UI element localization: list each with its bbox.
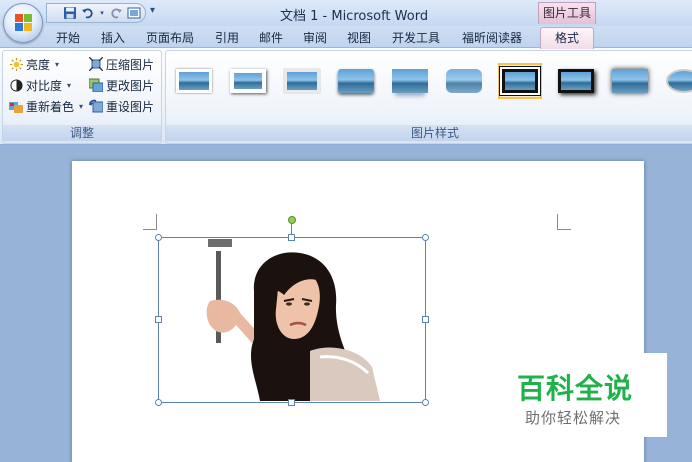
picture-tools-label: 图片工具 bbox=[538, 2, 596, 24]
reset-picture-button[interactable]: 重设图片 bbox=[89, 97, 154, 115]
ribbon: 亮度 ▾ 对比度 ▾ 重新着色 ▾ 压缩图片 更改图片 重设图片 调整 图片样式 bbox=[0, 47, 692, 145]
picture-selection-frame bbox=[158, 237, 426, 403]
picture-style-thumb[interactable] bbox=[280, 63, 324, 99]
picture-style-thumb[interactable] bbox=[226, 63, 270, 99]
resize-handle-top[interactable] bbox=[288, 234, 295, 241]
customize-qat-icon[interactable]: ▾ bbox=[150, 5, 155, 16]
resize-handle-top-left[interactable] bbox=[155, 234, 162, 241]
recolor-icon bbox=[9, 99, 23, 113]
compress-pictures-button[interactable]: 压缩图片 bbox=[89, 55, 154, 73]
office-button[interactable] bbox=[3, 3, 43, 43]
resize-handle-bottom[interactable] bbox=[288, 399, 295, 406]
compress-icon bbox=[89, 57, 103, 71]
brightness-button[interactable]: 亮度 ▾ bbox=[9, 55, 59, 73]
chevron-down-icon: ▾ bbox=[67, 80, 72, 90]
tab-home[interactable]: 开始 bbox=[56, 29, 80, 46]
tab-mailings[interactable]: 邮件 bbox=[259, 29, 283, 46]
change-picture-button[interactable]: 更改图片 bbox=[89, 76, 154, 94]
rotate-handle[interactable] bbox=[288, 216, 296, 224]
brightness-label: 亮度 bbox=[26, 57, 51, 72]
recolor-label: 重新着色 bbox=[26, 99, 75, 114]
undo-icon[interactable] bbox=[81, 6, 95, 20]
watermark-logo: 百科全说 助你轻松解决 bbox=[503, 353, 667, 437]
tab-page-layout[interactable]: 页面布局 bbox=[146, 29, 194, 46]
ribbon-tab-bar: 开始 插入 页面布局 引用 邮件 审阅 视图 开发工具 福昕阅读器 格式 bbox=[0, 26, 692, 49]
tab-format[interactable]: 格式 bbox=[540, 27, 594, 49]
margin-mark-top-left bbox=[143, 214, 157, 230]
chevron-down-icon: ▾ bbox=[79, 101, 84, 111]
save-icon[interactable] bbox=[63, 6, 77, 20]
office-logo-icon bbox=[15, 14, 33, 32]
tab-view[interactable]: 视图 bbox=[347, 29, 371, 46]
chevron-down-icon: ▾ bbox=[55, 59, 60, 69]
reset-picture-label: 重设图片 bbox=[106, 99, 155, 114]
resize-handle-bottom-right[interactable] bbox=[422, 399, 429, 406]
redo-icon[interactable] bbox=[109, 6, 123, 20]
quick-access-toolbar: ▾ bbox=[46, 3, 146, 23]
change-picture-label: 更改图片 bbox=[106, 78, 155, 93]
picture-style-thumb[interactable] bbox=[388, 63, 432, 99]
adjust-group: 亮度 ▾ 对比度 ▾ 重新着色 ▾ 压缩图片 更改图片 重设图片 调整 bbox=[2, 50, 162, 144]
resize-handle-right[interactable] bbox=[422, 316, 429, 323]
watermark-subtitle: 助你轻松解决 bbox=[525, 409, 622, 427]
change-picture-icon bbox=[89, 78, 103, 92]
print-preview-icon[interactable] bbox=[127, 6, 141, 20]
resize-handle-top-right[interactable] bbox=[422, 234, 429, 241]
picture-style-thumb[interactable] bbox=[662, 63, 692, 99]
watermark-title: 百科全说 bbox=[517, 372, 634, 405]
picture-style-thumb[interactable] bbox=[608, 63, 652, 99]
margin-mark-top-right bbox=[557, 214, 571, 230]
contrast-label: 对比度 bbox=[26, 78, 63, 93]
picture-style-thumb[interactable] bbox=[334, 63, 378, 99]
resize-handle-bottom-left[interactable] bbox=[155, 399, 162, 406]
contrast-button[interactable]: 对比度 ▾ bbox=[9, 76, 71, 94]
picture-style-thumb[interactable] bbox=[554, 63, 598, 99]
tab-references[interactable]: 引用 bbox=[215, 29, 239, 46]
picture-style-thumb[interactable] bbox=[172, 63, 216, 99]
reset-picture-icon bbox=[89, 99, 103, 113]
sun-icon bbox=[9, 57, 23, 71]
tab-review[interactable]: 审阅 bbox=[303, 29, 327, 46]
recolor-button[interactable]: 重新着色 ▾ bbox=[9, 97, 83, 115]
adjust-group-label: 调整 bbox=[3, 125, 161, 141]
title-bar: ▾ ▾ 文档 1 - Microsoft Word 图片工具 bbox=[0, 0, 692, 26]
resize-handle-left[interactable] bbox=[155, 316, 162, 323]
contrast-icon bbox=[9, 78, 23, 92]
picture-styles-group-label: 图片样式 bbox=[166, 125, 692, 141]
tab-insert[interactable]: 插入 bbox=[101, 29, 125, 46]
picture-style-thumb[interactable] bbox=[442, 63, 486, 99]
tab-foxit-reader[interactable]: 福昕阅读器 bbox=[462, 29, 522, 46]
compress-label: 压缩图片 bbox=[106, 57, 155, 72]
picture-styles-group: 图片样式 bbox=[165, 50, 692, 144]
tab-developer[interactable]: 开发工具 bbox=[392, 29, 440, 46]
undo-dropdown-icon[interactable]: ▾ bbox=[99, 6, 105, 20]
picture-style-thumb-selected[interactable] bbox=[498, 63, 542, 99]
window-title: 文档 1 - Microsoft Word bbox=[280, 9, 429, 24]
